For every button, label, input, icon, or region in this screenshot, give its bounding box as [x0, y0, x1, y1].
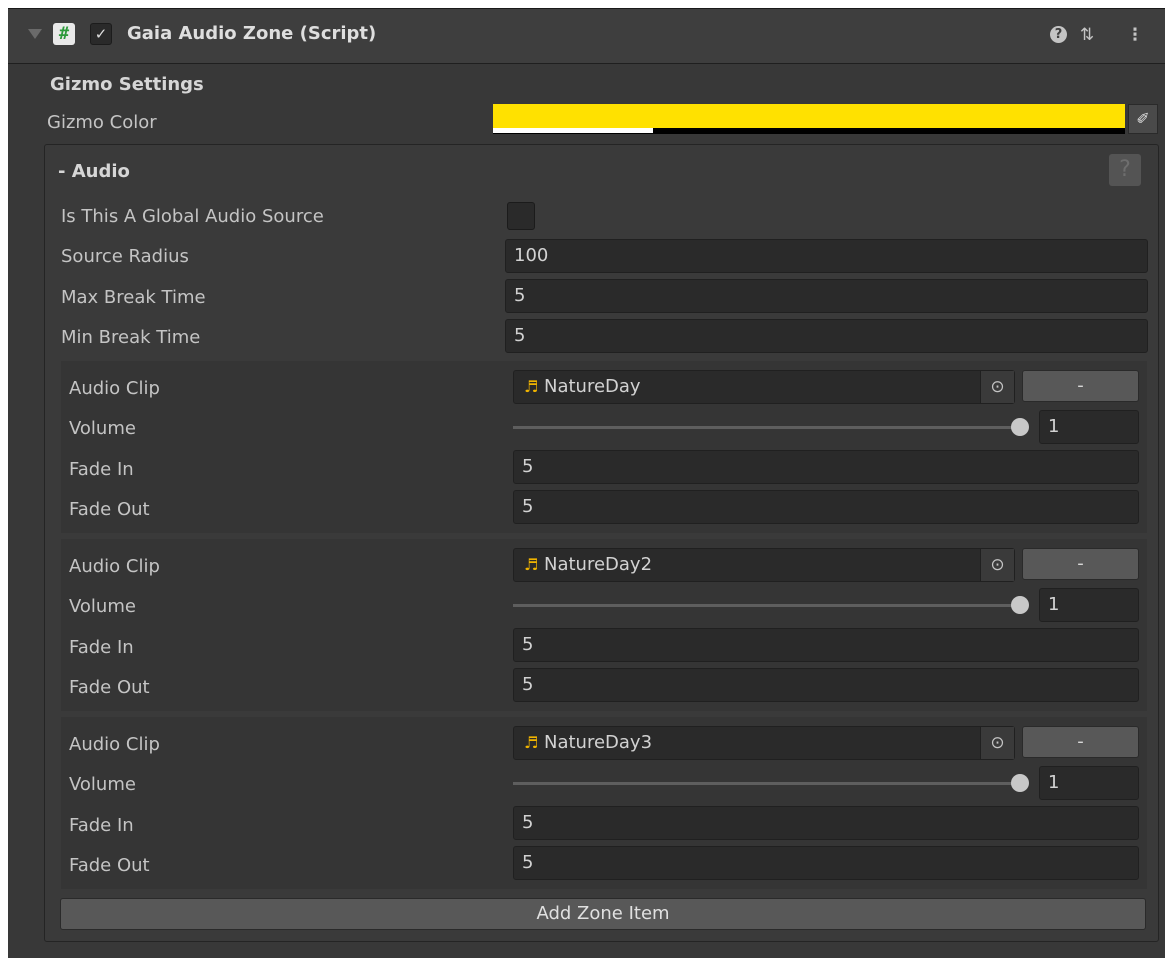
gizmo-settings-title: Gizmo Settings [50, 74, 204, 95]
remove-item-button[interactable]: - [1022, 548, 1139, 580]
audio-clip-name: NatureDay [544, 376, 641, 397]
volume-label: Volume [69, 418, 136, 439]
audio-clip-icon: ♬ [524, 377, 539, 396]
context-menu-icon[interactable]: ⋮ [1124, 24, 1146, 46]
fade-in-label: Fade In [69, 637, 134, 658]
fade-out-label: Fade Out [69, 499, 150, 520]
inspector-panel: # ✓ Gaia Audio Zone (Script) ? ⇅ ⋮ Gizmo… [8, 8, 1165, 958]
object-picker-icon[interactable]: ⊙ [980, 727, 1014, 759]
object-picker-icon[interactable]: ⊙ [980, 371, 1014, 403]
volume-slider-track[interactable] [513, 426, 1019, 429]
audio-clip-icon: ♬ [524, 555, 539, 574]
gizmo-color-alpha-bar [493, 128, 653, 133]
fade-in-label: Fade In [69, 459, 134, 480]
audio-clip-label: Audio Clip [69, 734, 160, 755]
gizmo-color-swatch [493, 104, 1125, 128]
remove-item-button[interactable]: - [1022, 370, 1139, 402]
volume-slider-track[interactable] [513, 782, 1019, 785]
audio-foldout-title[interactable]: - Audio [58, 158, 130, 186]
max-break-time-label: Max Break Time [61, 287, 206, 308]
volume-value-field[interactable]: 1 [1039, 410, 1139, 444]
volume-value-field[interactable]: 1 [1039, 766, 1139, 800]
component-title: Gaia Audio Zone (Script) [127, 23, 377, 44]
fade-out-field[interactable]: 5 [513, 668, 1139, 702]
volume-value-field[interactable]: 1 [1039, 588, 1139, 622]
audio-clip-field[interactable]: ♬ NatureDay3 ⊙ [513, 726, 1015, 760]
foldout-arrow-icon[interactable] [28, 29, 42, 39]
volume-slider-track[interactable] [513, 604, 1019, 607]
source-radius-field[interactable]: 100 [505, 239, 1148, 273]
audio-clip-name: NatureDay3 [544, 732, 653, 753]
max-break-time-field[interactable]: 5 [505, 279, 1148, 313]
gizmo-color-label: Gizmo Color [47, 112, 157, 133]
global-audio-label: Is This A Global Audio Source [61, 206, 324, 227]
csharp-script-icon: # [53, 23, 75, 45]
volume-slider-thumb[interactable] [1011, 418, 1029, 436]
component-enabled-checkbox[interactable]: ✓ [90, 23, 112, 45]
fade-in-label: Fade In [69, 815, 134, 836]
fade-in-field[interactable]: 5 [513, 450, 1139, 484]
global-audio-checkbox[interactable] [507, 202, 535, 230]
presets-icon[interactable]: ⇅ [1076, 24, 1098, 46]
audio-help-button[interactable]: ? [1109, 154, 1141, 186]
min-break-time-field[interactable]: 5 [505, 319, 1148, 353]
add-zone-item-button[interactable]: Add Zone Item [60, 898, 1146, 930]
fade-out-field[interactable]: 5 [513, 490, 1139, 524]
object-picker-icon[interactable]: ⊙ [980, 549, 1014, 581]
audio-clip-field[interactable]: ♬ NatureDay2 ⊙ [513, 548, 1015, 582]
fade-out-field[interactable]: 5 [513, 846, 1139, 880]
eyedropper-icon[interactable]: ✐ [1128, 104, 1158, 134]
audio-clip-name: NatureDay2 [544, 554, 653, 575]
help-icon[interactable]: ? [1050, 26, 1067, 43]
audio-clip-icon: ♬ [524, 733, 539, 752]
source-radius-label: Source Radius [61, 246, 189, 267]
fade-in-field[interactable]: 5 [513, 806, 1139, 840]
volume-label: Volume [69, 596, 136, 617]
min-break-time-label: Min Break Time [61, 327, 201, 348]
volume-slider-thumb[interactable] [1011, 596, 1029, 614]
fade-out-label: Fade Out [69, 855, 150, 876]
audio-clip-field[interactable]: ♬ NatureDay ⊙ [513, 370, 1015, 404]
volume-label: Volume [69, 774, 136, 795]
volume-slider-thumb[interactable] [1011, 774, 1029, 792]
fade-in-field[interactable]: 5 [513, 628, 1139, 662]
gizmo-color-field[interactable] [493, 104, 1125, 134]
fade-out-label: Fade Out [69, 677, 150, 698]
component-header[interactable]: # ✓ Gaia Audio Zone (Script) ? ⇅ ⋮ [8, 8, 1165, 64]
audio-clip-label: Audio Clip [69, 378, 160, 399]
audio-clip-label: Audio Clip [69, 556, 160, 577]
remove-item-button[interactable]: - [1022, 726, 1139, 758]
